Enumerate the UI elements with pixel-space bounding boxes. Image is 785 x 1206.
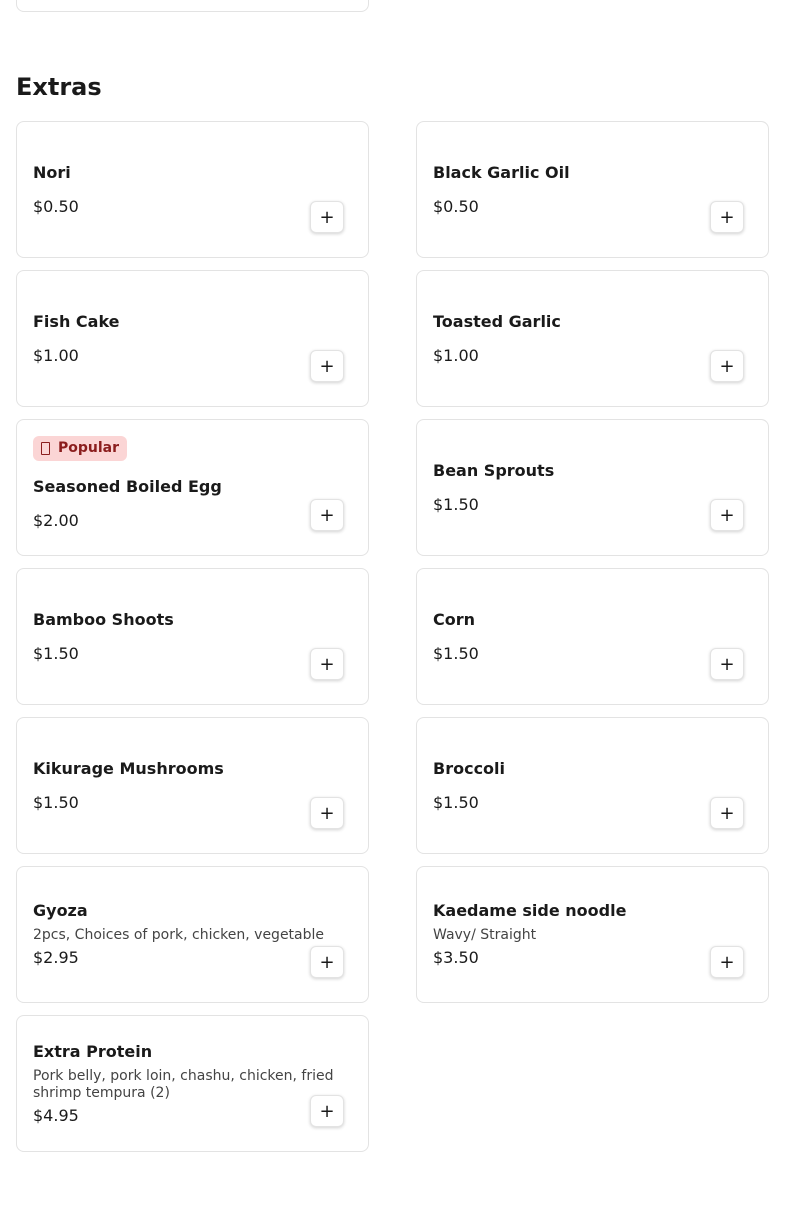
item-price: $1.50 — [433, 792, 479, 812]
add-button[interactable]: + — [710, 797, 744, 829]
add-button[interactable]: + — [710, 201, 744, 233]
menu-item-card[interactable]: Black Garlic Oil $0.50 + — [416, 121, 769, 258]
item-name: Broccoli — [433, 758, 506, 778]
item-name: Gyoza — [33, 901, 88, 920]
add-button[interactable]: + — [710, 499, 744, 531]
item-price: $1.50 — [433, 643, 479, 663]
add-button[interactable]: + — [310, 946, 344, 978]
item-name: Nori — [33, 162, 71, 182]
menu-item-card[interactable]: Popular Seasoned Boiled Egg $2.00 + — [16, 419, 369, 556]
section-title: Extras — [16, 73, 102, 101]
item-name: Bean Sprouts — [433, 460, 555, 480]
extras-grid: Nori $0.50 + Black Garlic Oil $0.50 + Fi… — [16, 121, 769, 1152]
item-name: Fish Cake — [33, 311, 120, 331]
add-button[interactable]: + — [310, 201, 344, 233]
menu-item-card[interactable]: Bamboo Shoots $1.50 + — [16, 568, 369, 705]
item-name: Seasoned Boiled Egg — [33, 477, 222, 496]
add-button[interactable]: + — [310, 499, 344, 531]
item-price: $0.50 — [433, 196, 479, 216]
item-price: $0.50 — [33, 196, 79, 216]
previous-section-card — [16, 0, 369, 12]
add-button[interactable]: + — [710, 946, 744, 978]
item-name: Black Garlic Oil — [433, 162, 570, 182]
menu-item-card[interactable]: Gyoza 2pcs, Choices of pork, chicken, ve… — [16, 866, 369, 1003]
menu-item-card[interactable]: Fish Cake $1.00 + — [16, 270, 369, 407]
add-button[interactable]: + — [310, 797, 344, 829]
item-name: Corn — [433, 609, 476, 629]
menu-item-card[interactable]: Bean Sprouts $1.50 + — [416, 419, 769, 556]
menu-item-card[interactable]: Toasted Garlic $1.00 + — [416, 270, 769, 407]
item-description: Pork belly, pork loin, chashu, chicken, … — [33, 1067, 334, 1101]
item-name: Kikurage Mushrooms — [33, 758, 224, 778]
add-button[interactable]: + — [710, 350, 744, 382]
item-price: $2.00 — [33, 511, 79, 530]
item-price: $1.50 — [33, 643, 79, 663]
item-price: $1.00 — [433, 345, 479, 365]
item-price: $1.50 — [433, 494, 479, 514]
menu-item-card[interactable]: Corn $1.50 + — [416, 568, 769, 705]
item-name: Extra Protein — [33, 1041, 153, 1061]
item-price: $4.95 — [33, 1105, 79, 1125]
add-button[interactable]: + — [310, 1095, 344, 1127]
item-name: Toasted Garlic — [433, 311, 561, 331]
item-price: $3.50 — [433, 948, 479, 967]
item-description: 2pcs, Choices of pork, chicken, vegetabl… — [33, 927, 325, 943]
add-button[interactable]: + — [310, 350, 344, 382]
badge-label: Popular — [58, 440, 120, 456]
item-name: Kaedame side noodle — [433, 901, 627, 920]
menu-item-card[interactable]: Broccoli $1.50 + — [416, 717, 769, 854]
menu-item-card[interactable]: Nori $0.50 + — [16, 121, 369, 258]
menu-item-card[interactable]: Kaedame side noodle Wavy/ Straight $3.50… — [416, 866, 769, 1003]
add-button[interactable]: + — [710, 648, 744, 680]
item-price: $1.50 — [33, 792, 79, 812]
menu-item-card[interactable]: Extra Protein Pork belly, pork loin, cha… — [16, 1015, 369, 1152]
tag-icon — [41, 441, 50, 455]
item-price: $1.00 — [33, 345, 79, 365]
add-button[interactable]: + — [310, 648, 344, 680]
item-name: Bamboo Shoots — [33, 609, 174, 629]
item-price: $2.95 — [33, 948, 79, 967]
menu-item-card[interactable]: Kikurage Mushrooms $1.50 + — [16, 717, 369, 854]
popular-badge: Popular — [33, 436, 128, 461]
item-description: Wavy/ Straight — [433, 927, 537, 943]
